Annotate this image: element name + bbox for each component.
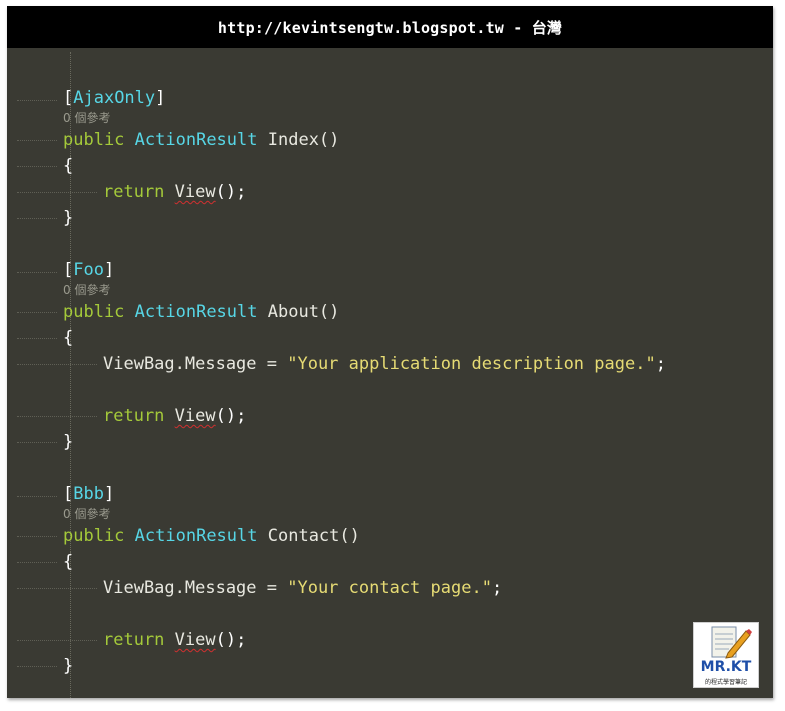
attribute-name: Foo bbox=[73, 260, 104, 280]
whitespace-marker bbox=[17, 588, 97, 589]
whitespace-marker bbox=[17, 166, 57, 167]
code-line-method-signature: public ActionResult About() bbox=[63, 302, 340, 322]
whitespace-marker bbox=[17, 442, 57, 443]
whitespace-marker bbox=[17, 640, 97, 641]
code-line-viewbag: ViewBag.Message = "Your application desc… bbox=[103, 354, 666, 374]
whitespace-marker bbox=[17, 218, 57, 219]
code-line-method-signature: public ActionResult Index() bbox=[63, 130, 340, 150]
code-line-viewbag: ViewBag.Message = "Your contact page."; bbox=[103, 578, 503, 598]
whitespace-marker bbox=[17, 666, 57, 667]
code-screenshot-frame: http://kevintsengtw.blogspot.tw - 台灣 [Aj… bbox=[7, 6, 773, 698]
code-line-brace: } bbox=[63, 208, 74, 228]
whitespace-marker bbox=[17, 312, 57, 313]
code-editor: [AjaxOnly] 0 個參考 public ActionResult Ind… bbox=[7, 48, 773, 698]
code-line-return: return View(); bbox=[103, 406, 247, 426]
logo-subtitle: 的程式學習筆記 bbox=[704, 679, 747, 686]
blog-url-banner: http://kevintsengtw.blogspot.tw - 台灣 bbox=[7, 6, 773, 48]
code-line-attribute: [AjaxOnly] bbox=[63, 88, 166, 108]
code-line-brace: } bbox=[63, 432, 74, 452]
code-line-attribute: [Foo] bbox=[63, 260, 115, 280]
whitespace-marker bbox=[17, 496, 57, 497]
whitespace-marker bbox=[17, 562, 57, 563]
reference-count[interactable]: 0 個參考 bbox=[63, 282, 110, 298]
whitespace-marker bbox=[17, 416, 97, 417]
code-line-brace: { bbox=[63, 328, 74, 348]
reference-count[interactable]: 0 個參考 bbox=[63, 110, 110, 126]
view-call: View bbox=[174, 630, 216, 650]
whitespace-marker bbox=[17, 140, 57, 141]
reference-count[interactable]: 0 個參考 bbox=[63, 506, 110, 522]
whitespace-marker bbox=[17, 338, 57, 339]
code-line-return: return View(); bbox=[103, 182, 247, 202]
whitespace-marker bbox=[17, 100, 57, 101]
code-line-attribute: [Bbb] bbox=[63, 484, 115, 504]
code-line-brace: { bbox=[63, 156, 74, 176]
code-line-return: return View(); bbox=[103, 630, 247, 650]
whitespace-marker bbox=[17, 536, 57, 537]
logo-title: MR.KT bbox=[700, 659, 752, 675]
whitespace-marker bbox=[17, 364, 97, 365]
attribute-name: Bbb bbox=[73, 484, 104, 504]
view-call: View bbox=[174, 182, 216, 202]
code-line-brace: } bbox=[63, 656, 74, 676]
code-line-method-signature: public ActionResult Contact() bbox=[63, 526, 360, 546]
notepad-pencil-icon bbox=[711, 626, 752, 659]
whitespace-marker bbox=[17, 272, 57, 273]
view-call: View bbox=[174, 406, 216, 426]
mrkt-logo: MR.KT 的程式學習筆記 bbox=[693, 622, 759, 688]
whitespace-marker bbox=[17, 192, 97, 193]
code-line-brace: { bbox=[63, 552, 74, 572]
attribute-name: AjaxOnly bbox=[73, 88, 156, 108]
